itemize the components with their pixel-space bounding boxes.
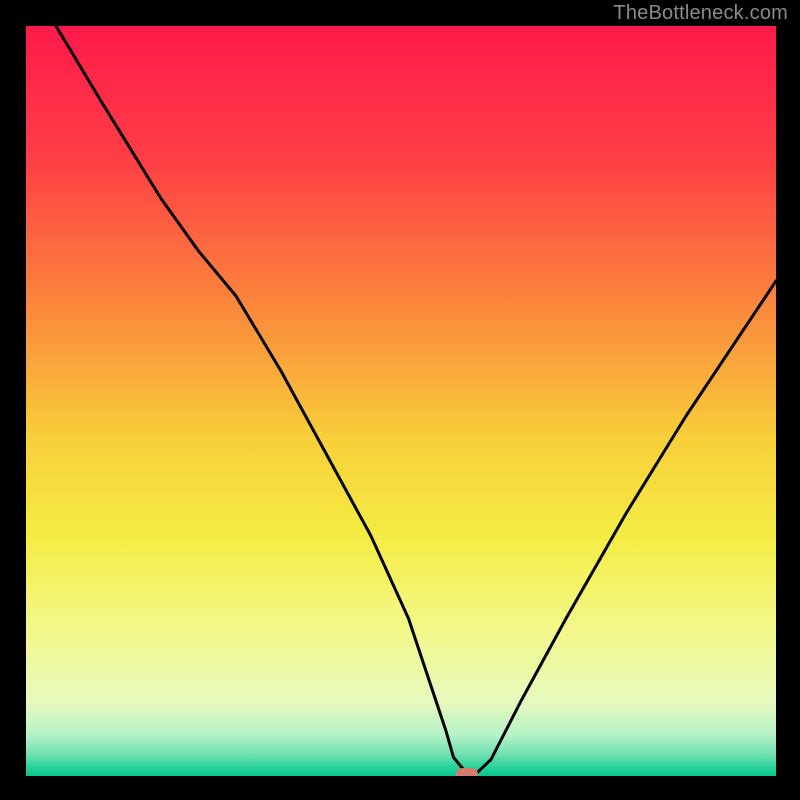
minimum-marker [456, 768, 478, 776]
chart-frame: TheBottleneck.com [0, 0, 800, 800]
plot-area [26, 26, 776, 776]
chart-svg [26, 26, 776, 776]
gradient-rect [26, 26, 776, 776]
watermark-text: TheBottleneck.com [613, 2, 788, 25]
